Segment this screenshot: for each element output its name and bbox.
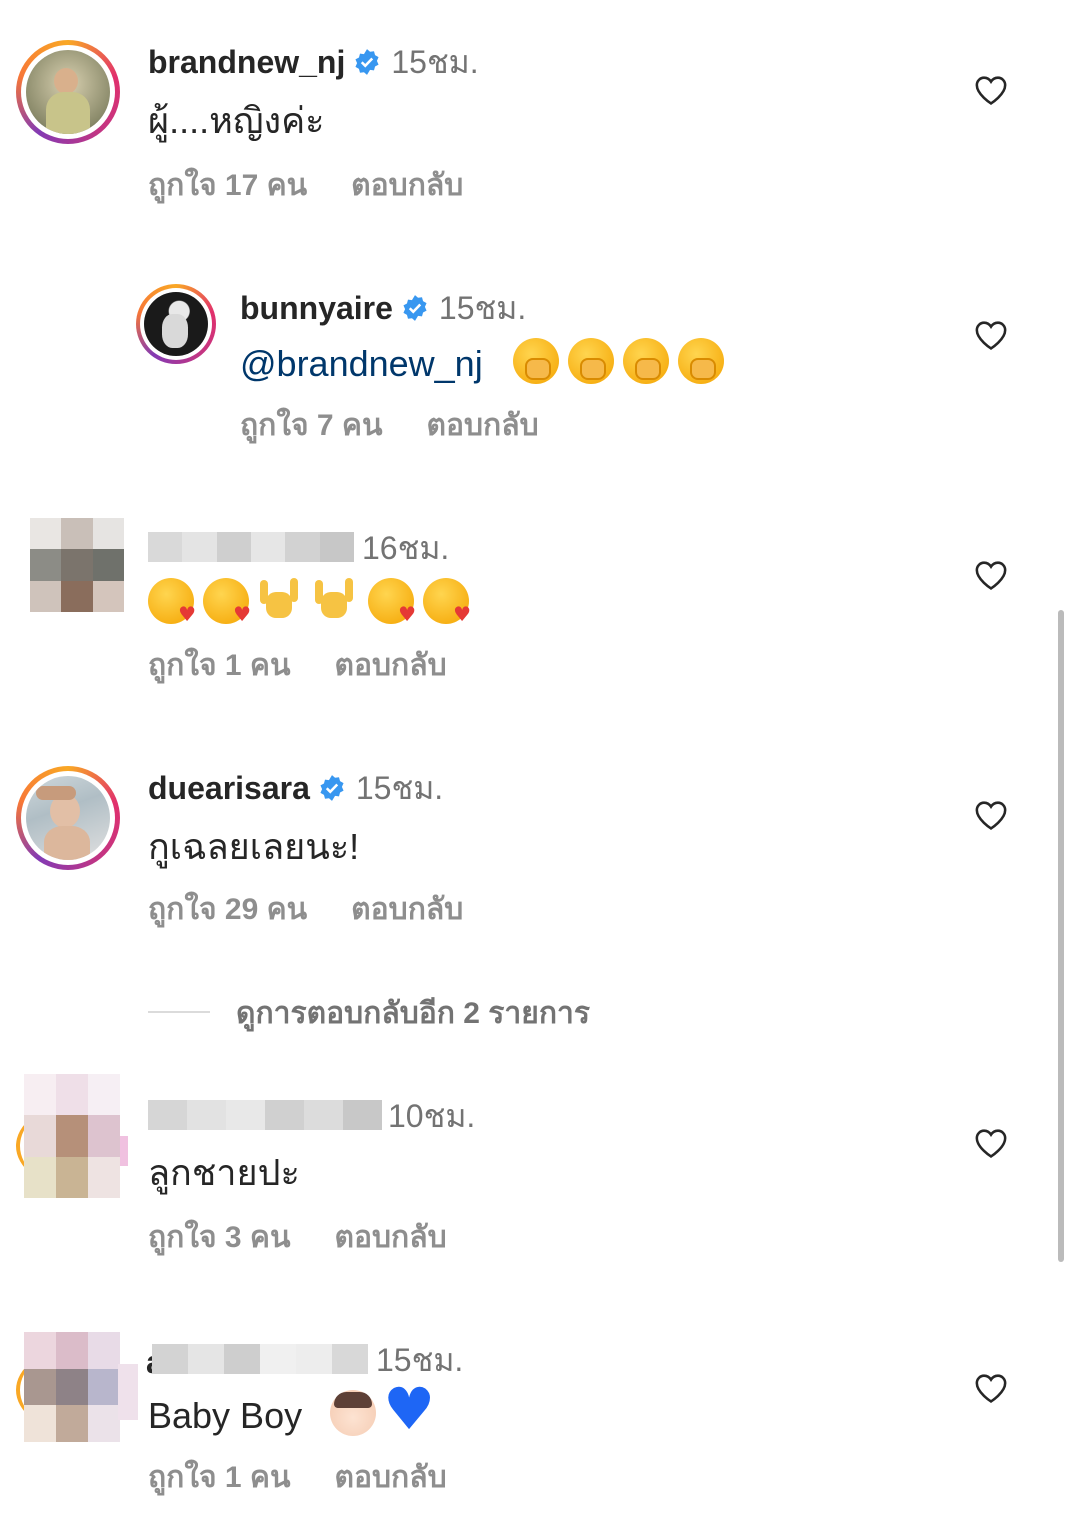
reply-button[interactable]: ตอบกลับ (335, 1461, 447, 1494)
blurred-username (148, 532, 354, 562)
face-with-hand-over-mouth-icon (567, 338, 614, 384)
view-more-replies-button[interactable]: ดูการตอบกลับอีก 2 รายการ (148, 990, 590, 1037)
mention-link[interactable]: @brandnew_nj (240, 343, 483, 384)
avatar[interactable] (16, 40, 120, 144)
face-blowing-kiss-icon (368, 578, 416, 624)
avatar[interactable] (24, 1332, 120, 1442)
heart-icon[interactable] (974, 559, 1008, 591)
view-more-replies-label: ดูการตอบกลับอีก 2 รายการ (236, 997, 590, 1030)
comment-time: 15ชม. (391, 44, 479, 80)
avatar[interactable] (30, 518, 124, 612)
reply-button[interactable]: ตอบกลับ (335, 1221, 447, 1254)
comment-time: 10ชม. (388, 1098, 476, 1134)
reply-button[interactable]: ตอบกลับ (351, 893, 463, 926)
username[interactable]: brandnew_nj (148, 44, 345, 80)
heart-icon[interactable] (974, 799, 1008, 831)
likes-count[interactable]: ถูกใจ 17 คน (148, 169, 307, 202)
scrollbar[interactable] (1058, 610, 1064, 1262)
face-with-hand-over-mouth-icon (512, 338, 559, 384)
avatar[interactable] (24, 1074, 120, 1198)
sign-of-horns-icon (258, 578, 304, 624)
avatar[interactable] (16, 766, 120, 870)
comment-text: Baby Boy (148, 1395, 303, 1436)
heart-icon[interactable] (974, 319, 1008, 351)
avatar[interactable] (136, 284, 216, 364)
face-with-hand-over-mouth-icon (622, 338, 669, 384)
comment-text: ลูกชายปะ (148, 1152, 300, 1193)
heart-icon[interactable] (974, 1127, 1008, 1159)
likes-count[interactable]: ถูกใจ 7 คน (240, 409, 383, 442)
face-blowing-kiss-icon (423, 578, 471, 624)
sign-of-horns-icon (313, 578, 359, 624)
reply-button[interactable]: ตอบกลับ (351, 169, 463, 202)
comment-time: 16ชม. (362, 530, 450, 566)
blurred-username (152, 1344, 368, 1374)
blue-heart-icon (383, 1380, 435, 1438)
likes-count[interactable]: ถูกใจ 1 คน (148, 649, 291, 682)
face-blowing-kiss-icon (148, 578, 196, 624)
face-blowing-kiss-icon (203, 578, 251, 624)
reply-button[interactable]: ตอบกลับ (335, 649, 447, 682)
divider-line (148, 1011, 210, 1013)
comment-time: 15ชม. (355, 770, 444, 806)
comment-time: 15ชม. (376, 1342, 464, 1378)
heart-icon[interactable] (974, 1372, 1008, 1404)
likes-count[interactable]: ถูกใจ 1 คน (148, 1461, 291, 1494)
comment-text: กูเฉลยเลยนะ! (148, 826, 360, 867)
username[interactable]: bunnyaire (240, 290, 393, 326)
heart-icon[interactable] (974, 74, 1008, 106)
reply-button[interactable]: ตอบกลับ (427, 409, 539, 442)
username[interactable]: duearisara (148, 770, 310, 806)
face-with-hand-over-mouth-icon (677, 338, 724, 384)
verified-badge-icon (320, 775, 344, 801)
verified-badge-icon (355, 49, 379, 75)
comment-text: ผู้....หญิงค่ะ (148, 100, 325, 141)
verified-badge-icon (403, 295, 427, 321)
boy-light-skin-icon (330, 1390, 377, 1436)
likes-count[interactable]: ถูกใจ 3 คน (148, 1221, 291, 1254)
likes-count[interactable]: ถูกใจ 29 คน (148, 893, 307, 926)
blurred-username (148, 1100, 382, 1130)
comment-time: 15ชม. (438, 290, 527, 326)
